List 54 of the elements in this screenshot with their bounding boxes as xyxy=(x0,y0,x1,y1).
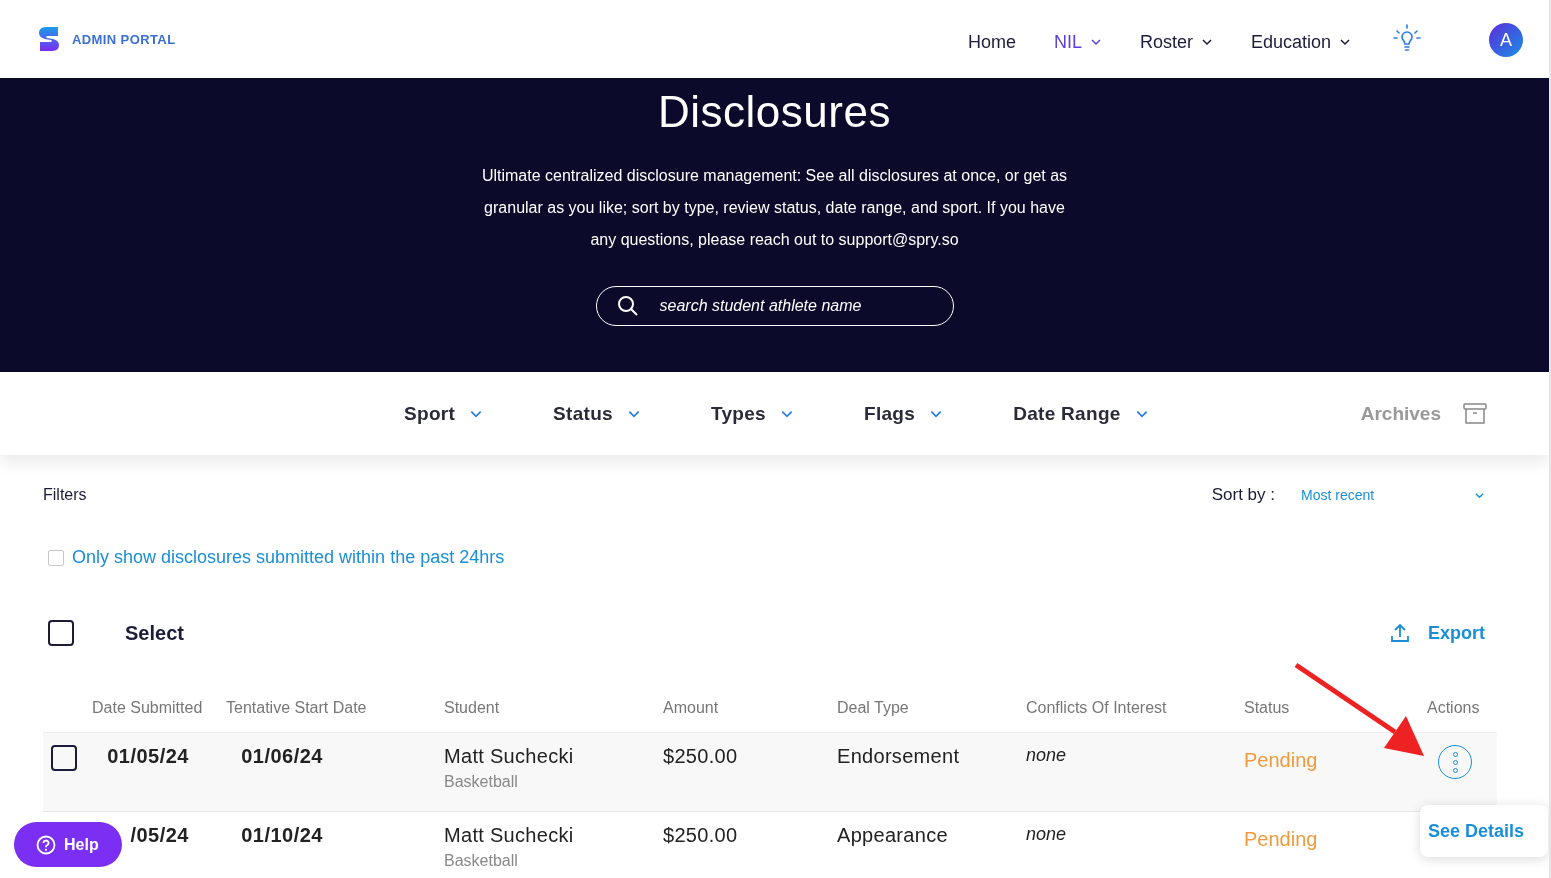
deal-type-cell: Appearance xyxy=(837,824,948,846)
filter-dropdown[interactable]: Date Range xyxy=(1013,402,1149,425)
page-title: Disclosures xyxy=(658,86,891,138)
select-label[interactable]: Select xyxy=(125,621,184,645)
nav-item[interactable]: NIL xyxy=(1053,31,1102,53)
filter-dropdown[interactable]: Status xyxy=(553,402,641,425)
help-button[interactable]: Help xyxy=(14,822,122,867)
avatar[interactable]: A xyxy=(1489,23,1523,57)
column-header: Status xyxy=(1244,699,1291,717)
conflicts-cell: none xyxy=(1026,824,1067,844)
amount-cell: $250.00 xyxy=(663,745,738,767)
sport-label: Basketball xyxy=(444,852,519,870)
question-icon xyxy=(36,834,56,855)
checkbox[interactable] xyxy=(51,745,77,771)
date-cell-text: 01/05/24 xyxy=(106,745,189,768)
status-label: Pending xyxy=(1244,749,1319,772)
see-details-menu[interactable]: See Details xyxy=(1420,805,1548,857)
amount-cell: $250.00 xyxy=(663,824,738,846)
student-name: Matt Suchecki xyxy=(444,824,574,846)
date-cell-text: 01/10/24 xyxy=(240,824,323,847)
filter-dropdown[interactable]: Sport xyxy=(404,402,484,425)
logo-icon xyxy=(38,26,60,52)
brand-name: ADMIN PORTAL xyxy=(72,31,176,47)
column-header: Student xyxy=(444,699,501,717)
date-cell-text: 01/06/24 xyxy=(240,745,323,768)
archive-box-icon xyxy=(1463,402,1487,425)
upload-icon xyxy=(1390,623,1410,643)
page-description: Ultimate centralized disclosure management: See all disclosures at once, or get as granular as you like; sort by type, review status, date range, and sport. If you have any questions, please reach out to support@spry.so xyxy=(480,166,1069,250)
filter-dropdown[interactable]: Flags xyxy=(864,402,944,425)
status-label: Pending xyxy=(1244,828,1319,851)
column-header: Actions xyxy=(1427,699,1481,717)
column-header: Deal Type xyxy=(837,699,910,717)
checkbox[interactable] xyxy=(48,620,74,646)
filter-dropdown[interactable]: Types xyxy=(711,402,794,425)
search-field[interactable]: search student athlete name xyxy=(595,286,954,326)
filters-label: Filters xyxy=(43,486,87,504)
column-header: Date Submitted xyxy=(92,699,204,717)
sort-dropdown[interactable]: Most recent xyxy=(1301,487,1485,503)
search-icon xyxy=(616,295,639,317)
checkbox-label[interactable]: Only show disclosures submitted within the past 24hrs xyxy=(72,547,505,568)
nav-item[interactable]: Home xyxy=(967,31,1016,53)
export-button[interactable]: Export xyxy=(1390,622,1485,644)
date-cell-text: /05/24 xyxy=(129,824,189,847)
sport-label: Basketball xyxy=(444,773,519,791)
conflicts-cell: none xyxy=(1026,745,1067,765)
nav-item[interactable]: Roster xyxy=(1139,31,1213,53)
sort-label: Sort by : xyxy=(1211,485,1275,505)
column-header: Conflicts Of Interest xyxy=(1026,699,1168,717)
student-name: Matt Suchecki xyxy=(444,745,574,767)
deal-type-cell: Endorsement xyxy=(837,745,960,767)
nav-item[interactable]: Education xyxy=(1250,31,1351,53)
lightbulb-icon[interactable] xyxy=(1391,23,1423,53)
column-header: Amount xyxy=(663,699,720,717)
column-header: Tentative Start Date xyxy=(226,699,368,717)
